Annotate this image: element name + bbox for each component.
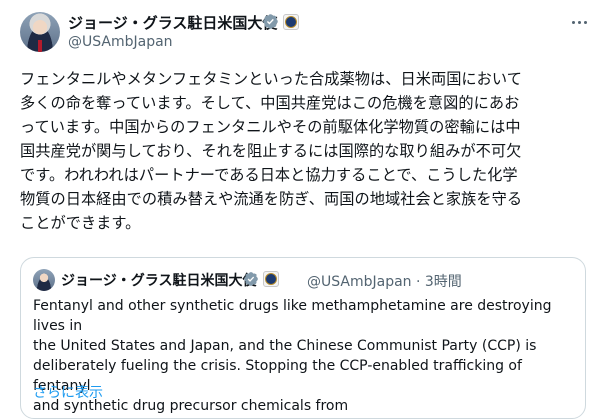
author-handle[interactable]: @USAmbJapan	[68, 34, 173, 50]
show-more-link[interactable]: さらに表示	[33, 382, 103, 402]
author-avatar[interactable]	[20, 12, 60, 52]
quoted-post[interactable]: ジョージ・グラス駐日米国大使 @USAmbJapan · 3時間 Fentany…	[20, 257, 586, 419]
us-embassy-seal-icon	[263, 271, 279, 287]
author-badges	[262, 13, 299, 30]
quoted-text: Fentanyl and other synthetic drugs like …	[33, 298, 552, 414]
verified-badge-icon	[244, 272, 258, 286]
post-text: フェンタニルやメタンフェタミンといった合成薬物は、日米両国において 多くの命を奪…	[20, 70, 523, 232]
post: ジョージ・グラス駐日米国大使 @USAmbJapan フェンタニルやメタンフェタ…	[0, 0, 611, 419]
author-name[interactable]: ジョージ・グラス駐日米国大使	[68, 12, 277, 33]
us-embassy-seal-icon[interactable]	[283, 13, 299, 30]
quoted-author-name: ジョージ・グラス駐日米国大使	[61, 273, 257, 289]
quoted-author-badges	[243, 271, 279, 287]
verified-badge-icon[interactable]	[262, 13, 279, 30]
quoted-handle-time: @USAmbJapan · 3時間	[307, 274, 462, 290]
quoted-author-avatar[interactable]	[33, 269, 55, 291]
avatar-tie-detail	[38, 40, 42, 52]
more-options-icon[interactable]	[567, 10, 591, 34]
